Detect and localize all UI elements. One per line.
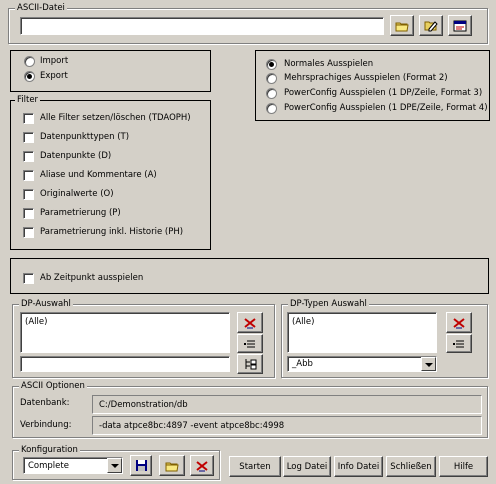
filter-checkbox-dp[interactable] — [23, 151, 34, 162]
dp-typen-list[interactable]: (Alle) — [287, 312, 437, 353]
dp-typen-list-item[interactable]: (Alle) — [292, 316, 314, 328]
filter-label-alias: Aliase und Kommentare (A) — [40, 170, 157, 180]
mode-radio-normal[interactable] — [266, 59, 277, 70]
delete-icon — [453, 317, 465, 328]
chevron-down-icon[interactable] — [107, 458, 122, 473]
dp-typen-title: DP-Typen Auswahl — [288, 298, 369, 310]
dp-list-item[interactable]: (Alle) — [25, 316, 47, 328]
mode-label-normal: Normales Ausspielen — [284, 59, 374, 69]
konfiguration-title: Konfiguration — [19, 444, 80, 456]
verbindung-label: Verbindung: — [20, 420, 72, 430]
dp-remove-button[interactable] — [237, 312, 263, 333]
mode-label-multilang: Mehrsprachiges Ausspielen (Format 2) — [284, 73, 448, 83]
konfiguration-select-value: Complete — [28, 461, 69, 471]
filter-checkbox-original[interactable] — [23, 189, 34, 200]
dp-typen-add-button[interactable] — [446, 334, 472, 353]
filter-label-param: Parametrierung (P) — [40, 208, 121, 218]
info-datei-button[interactable]: Info Datei — [334, 456, 383, 477]
list-add-icon — [244, 340, 255, 347]
filter-checkbox-all[interactable] — [23, 113, 34, 124]
filter-checkbox-param-hist[interactable] — [23, 227, 34, 238]
filter-label-all: Alle Filter setzen/löschen (TDAOPH) — [40, 113, 191, 123]
datenbank-label: Datenbank: — [20, 398, 70, 408]
dp-typen-select[interactable]: _Abb — [287, 356, 437, 372]
konfig-save-button[interactable] — [130, 455, 152, 476]
konfig-delete-button[interactable] — [190, 455, 214, 476]
verbindung-value: -data atpce8bc:4897 -event atpce8bc:4998 — [92, 416, 482, 435]
filter-label-dptypes: Datenpunkttypen (T) — [40, 132, 130, 142]
mode-radio-pc-dpe[interactable] — [266, 103, 277, 114]
dp-tree-button[interactable] — [237, 354, 263, 374]
ascii-optionen-title: ASCII Optionen — [19, 380, 87, 392]
filter-label-dp: Datenpunkte (D) — [40, 151, 112, 161]
delete-icon — [196, 460, 208, 471]
dp-typen-remove-button[interactable] — [446, 312, 472, 333]
hilfe-button[interactable]: Hilfe — [439, 456, 488, 477]
import-radio[interactable] — [24, 56, 35, 67]
schliessen-button[interactable]: Schließen — [386, 456, 436, 477]
folder-icon — [395, 22, 409, 31]
dp-auswahl-title: DP-Auswahl — [19, 298, 73, 310]
dp-add-button[interactable] — [237, 334, 263, 353]
delete-icon — [244, 317, 256, 328]
list-add-icon — [453, 340, 464, 347]
view-file-icon — [453, 20, 467, 31]
dp-filter-input[interactable] — [20, 356, 230, 372]
edit-file-button[interactable] — [419, 15, 443, 36]
dp-typen-select-value: _Abb — [292, 359, 313, 369]
starten-button[interactable]: Starten — [229, 456, 281, 477]
filter-label-original: Originalwerte (O) — [40, 189, 114, 199]
konfig-open-button[interactable] — [159, 455, 185, 476]
datenbank-value: C:/Demonstration/db — [92, 395, 482, 414]
export-radio[interactable] — [24, 71, 35, 82]
konfiguration-select[interactable]: Complete — [23, 457, 123, 474]
filter-checkbox-param[interactable] — [23, 208, 34, 219]
log-datei-button[interactable]: Log Datei — [283, 456, 331, 477]
import-label: Import — [40, 56, 69, 66]
open-folder-icon — [165, 462, 179, 471]
mode-label-pc-dpe: PowerConfig Ausspielen (1 DPE/Zeile, For… — [284, 103, 488, 113]
ascii-datei-title: ASCII-Datei — [15, 2, 67, 14]
zeitpunkt-label: Ab Zeitpunkt ausspielen — [40, 273, 144, 283]
export-label: Export — [40, 71, 68, 81]
chevron-down-icon[interactable] — [421, 357, 436, 371]
open-folder-button[interactable] — [390, 15, 414, 36]
save-icon — [135, 460, 147, 471]
view-file-button[interactable] — [448, 15, 472, 36]
dp-list[interactable]: (Alle) — [20, 312, 230, 353]
tree-icon — [245, 358, 257, 369]
filter-checkbox-dptypes[interactable] — [23, 132, 34, 143]
filter-checkbox-alias[interactable] — [23, 170, 34, 181]
mode-radio-pc-dp[interactable] — [266, 88, 277, 99]
filter-label-param-hist: Parametrierung inkl. Historie (PH) — [40, 227, 184, 237]
filter-title: Filter — [15, 94, 41, 106]
zeitpunkt-checkbox[interactable] — [23, 273, 34, 284]
mode-radio-multilang[interactable] — [266, 73, 277, 84]
ascii-file-input[interactable] — [20, 17, 384, 35]
mode-label-pc-dp: PowerConfig Ausspielen (1 DP/Zeile, Form… — [284, 88, 483, 98]
edit-file-icon — [424, 21, 438, 32]
